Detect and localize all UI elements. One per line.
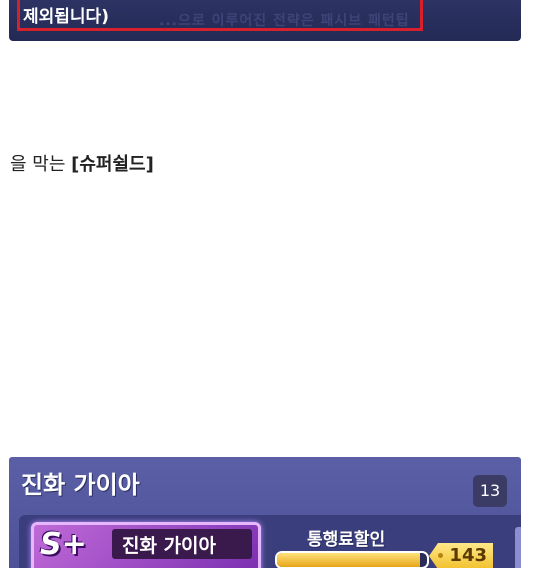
sentence-highlight: [슈퍼쉴드] (71, 154, 154, 175)
count-badge: 13 (473, 475, 507, 507)
discount-label: 통행료할인 (307, 530, 386, 550)
discount-value: 143 (449, 545, 487, 566)
discount-value-tag: 143 (429, 543, 493, 568)
discount-progress-fill (277, 553, 420, 567)
next-card-edge (515, 527, 521, 568)
character-name: 진화 가이아 (122, 535, 217, 557)
rank-badge: S+ (40, 527, 87, 562)
discount-progress-bar (275, 551, 429, 568)
character-panel: 진화 가이아 13 S+ 진화 가이아 통행료할인 143 (9, 457, 521, 568)
panel-title: 진화 가이아 (21, 471, 140, 499)
tag-hole-icon (438, 553, 443, 558)
sentence-prefix: 을 막는 (10, 154, 72, 175)
character-card[interactable]: S+ 진화 가이아 (31, 522, 261, 568)
body-sentence: 을 막는 [슈퍼쉴드] (10, 150, 154, 176)
notice-text: 제외됩니다) (23, 7, 109, 27)
top-notice-panel: ...으로 이루어진 전략은 패시브 패턴팁 제외됩니다) (9, 0, 521, 41)
